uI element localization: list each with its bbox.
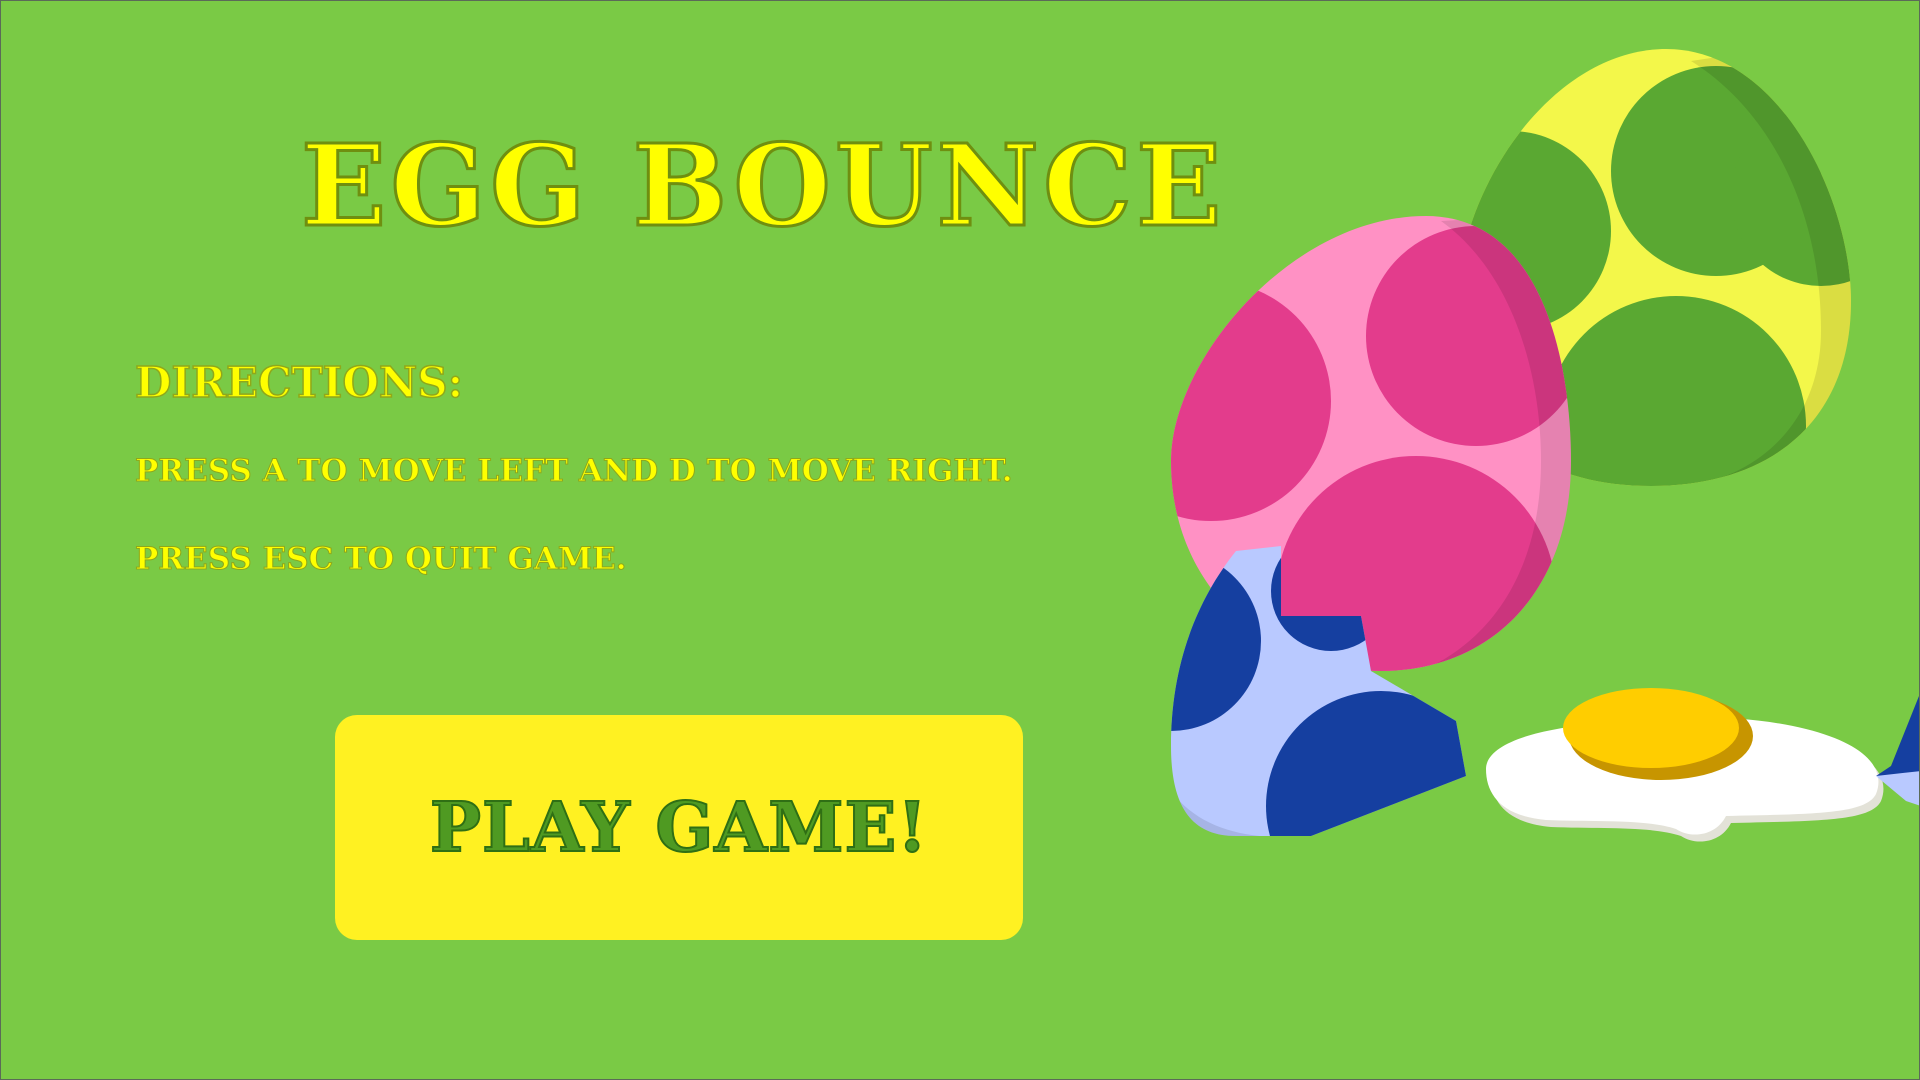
direction-quit: PRESS ESC TO QUIT GAME. [135, 541, 628, 578]
play-game-button[interactable]: PLAY GAME! [335, 715, 1023, 940]
play-game-label: PLAY GAME! [429, 787, 929, 869]
game-title: EGG BOUNCE [300, 121, 1226, 252]
title-screen: EGG BOUNCE DIRECTIONS: PRESS A TO MOVE L… [0, 0, 1920, 1080]
directions-heading: DIRECTIONS: [134, 357, 464, 408]
direction-move: PRESS A TO MOVE LEFT AND D TO MOVE RIGHT… [135, 453, 1014, 490]
fried-egg-icon [1486, 688, 1884, 842]
eggs-illustration [1171, 49, 1919, 842]
